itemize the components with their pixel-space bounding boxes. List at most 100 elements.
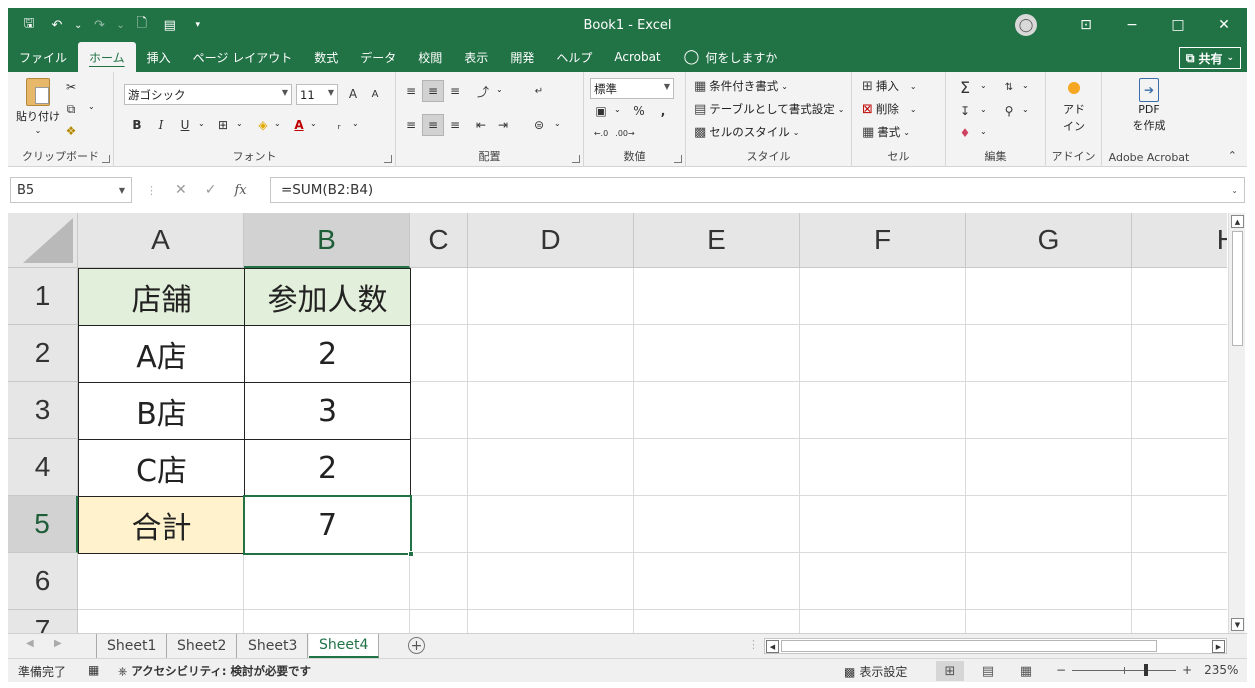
account-avatar[interactable]: ◯ <box>1015 14 1037 36</box>
align-left-icon[interactable]: ≡ <box>400 114 422 136</box>
chevron-down-icon[interactable]: ⌄ <box>1022 81 1029 90</box>
sheet-tab-1[interactable]: Sheet1 <box>96 634 168 658</box>
empty-cell[interactable] <box>1132 496 1227 553</box>
empty-cell[interactable] <box>78 610 244 633</box>
decrease-indent-icon[interactable]: ⇤ <box>470 114 492 136</box>
align-right-icon[interactable]: ≡ <box>444 114 466 136</box>
normal-view-icon[interactable]: ⊞ <box>936 661 964 681</box>
format-as-table-button[interactable]: ▤ テーブルとして書式設定 ⌄ <box>694 101 844 117</box>
select-all-button[interactable] <box>8 213 78 268</box>
cell-b3[interactable]: 3 <box>244 382 411 440</box>
tab-view[interactable]: 表示 <box>453 42 499 72</box>
cell-styles-button[interactable]: ▩ セルのスタイル ⌄ <box>694 124 800 140</box>
empty-cell[interactable] <box>468 496 634 553</box>
splitter-handle-icon[interactable]: ⋮ <box>748 638 759 651</box>
page-break-preview-icon[interactable]: ▦ <box>1012 661 1040 681</box>
cell-b5[interactable]: 7 <box>244 496 411 554</box>
empty-cell[interactable] <box>410 496 468 553</box>
sheet-tab-4[interactable]: Sheet4 <box>309 634 380 658</box>
insert-cells-button[interactable]: ⊞ 挿入 ⌄ <box>862 78 917 94</box>
wrap-text-icon[interactable]: ↵ <box>528 80 550 102</box>
new-file-icon[interactable]: 🗋 <box>131 14 153 36</box>
enter-icon[interactable]: ✓ <box>205 182 217 198</box>
align-middle-icon[interactable]: ≡ <box>422 80 444 102</box>
empty-cell[interactable] <box>634 553 800 610</box>
chevron-down-icon[interactable]: ⌄ <box>554 119 561 128</box>
phonetic-guide-icon[interactable]: ᵣ <box>328 114 350 136</box>
row-header-6[interactable]: 6 <box>8 553 78 610</box>
empty-cell[interactable] <box>800 610 966 633</box>
zoom-level[interactable]: 235% <box>1204 663 1238 677</box>
column-header-e[interactable]: E <box>634 213 800 268</box>
tab-acrobat[interactable]: Acrobat <box>603 42 671 72</box>
merge-center-icon[interactable]: ⊜ <box>528 114 550 136</box>
format-cells-button[interactable]: ▦ 書式 ⌄ <box>862 124 910 140</box>
font-name-select[interactable]: 游ゴシック ▼ <box>124 84 292 105</box>
tab-review[interactable]: 校閲 <box>407 42 453 72</box>
vertical-scrollbar[interactable]: ▲ ▼ <box>1228 213 1245 633</box>
empty-cell[interactable] <box>410 382 468 439</box>
italic-button[interactable]: I <box>150 114 172 136</box>
cell-b2[interactable]: 2 <box>244 325 411 383</box>
align-center-icon[interactable]: ≡ <box>422 114 444 136</box>
chevron-down-icon[interactable]: ⌄ <box>274 119 281 128</box>
empty-cell[interactable] <box>468 610 634 633</box>
empty-cell[interactable] <box>410 610 468 633</box>
tab-page-layout[interactable]: ページ レイアウト <box>182 42 304 72</box>
cell-b4[interactable]: 2 <box>244 439 411 497</box>
scroll-down-icon[interactable]: ▼ <box>1231 618 1244 631</box>
macro-record-icon[interactable]: ▦ <box>88 663 99 677</box>
decrease-decimal-icon[interactable]: .00→ <box>614 122 636 144</box>
empty-cell[interactable] <box>244 610 410 633</box>
chevron-down-icon[interactable]: ⌄ <box>352 119 359 128</box>
display-settings-button[interactable]: ▩ 表示設定 <box>844 663 907 680</box>
empty-cell[interactable] <box>966 610 1132 633</box>
tab-help[interactable]: ヘルプ <box>545 42 603 72</box>
row-header-5[interactable]: 5 <box>8 496 78 553</box>
dialog-launcher-icon[interactable] <box>674 155 682 163</box>
paste-button[interactable]: 貼り付け ⌄ <box>16 78 60 135</box>
tab-formulas[interactable]: 数式 <box>303 42 349 72</box>
sheet-tab-3[interactable]: Sheet3 <box>238 634 309 658</box>
maximize-button[interactable]: □ <box>1155 8 1201 42</box>
column-header-g[interactable]: G <box>966 213 1132 268</box>
minimize-button[interactable]: − <box>1109 8 1155 42</box>
zoom-in-button[interactable]: + <box>1182 663 1192 677</box>
tab-file[interactable]: ファイル <box>8 42 78 72</box>
name-box[interactable]: B5 ▼ <box>10 177 132 203</box>
zoom-out-button[interactable]: − <box>1056 663 1066 677</box>
chevron-down-icon[interactable]: ⌄ <box>496 85 503 94</box>
column-header-a[interactable]: A <box>78 213 244 268</box>
horizontal-scrollbar[interactable]: ◀ ▶ <box>764 638 1227 654</box>
column-header-b[interactable]: B <box>244 213 410 268</box>
borders-icon[interactable]: ⊞ <box>212 114 234 136</box>
empty-cell[interactable] <box>800 553 966 610</box>
empty-cell[interactable] <box>966 439 1132 496</box>
worksheet-grid[interactable]: A B C D E F G H 1 2 3 4 5 6 7 店舗 参加人数 A店… <box>8 213 1227 633</box>
empty-cell[interactable] <box>966 553 1132 610</box>
cell-a1[interactable]: 店舗 <box>78 268 245 326</box>
empty-cell[interactable] <box>468 553 634 610</box>
row-header-3[interactable]: 3 <box>8 382 78 439</box>
chevron-down-icon[interactable]: ⌄ <box>236 119 243 128</box>
increase-decimal-icon[interactable]: ←.0 <box>590 122 612 144</box>
addins-button[interactable]: アド イン <box>1052 82 1096 134</box>
add-sheet-icon[interactable]: + <box>408 637 425 654</box>
scroll-up-icon[interactable]: ▲ <box>1231 215 1244 228</box>
align-top-icon[interactable]: ≡ <box>400 80 422 102</box>
page-layout-view-icon[interactable]: ▤ <box>974 661 1002 681</box>
cell-a4[interactable]: C店 <box>78 439 245 497</box>
clear-icon[interactable]: ♦ <box>954 122 976 144</box>
empty-cell[interactable] <box>1132 325 1227 382</box>
empty-cell[interactable] <box>410 439 468 496</box>
empty-cell[interactable] <box>244 553 410 610</box>
empty-cell[interactable] <box>1132 382 1227 439</box>
fill-icon[interactable]: ↧ <box>954 100 976 122</box>
zoom-slider[interactable] <box>1072 663 1177 676</box>
save-icon[interactable]: 🖫 <box>18 14 40 36</box>
chevron-down-icon[interactable]: ⌄ <box>1022 105 1029 114</box>
delete-cells-button[interactable]: ⊠ 削除 ⌄ <box>862 101 917 117</box>
cancel-icon[interactable]: ✕ <box>175 182 187 198</box>
prev-sheet-icon[interactable]: ◀ <box>26 638 34 649</box>
empty-cell[interactable] <box>966 268 1132 325</box>
